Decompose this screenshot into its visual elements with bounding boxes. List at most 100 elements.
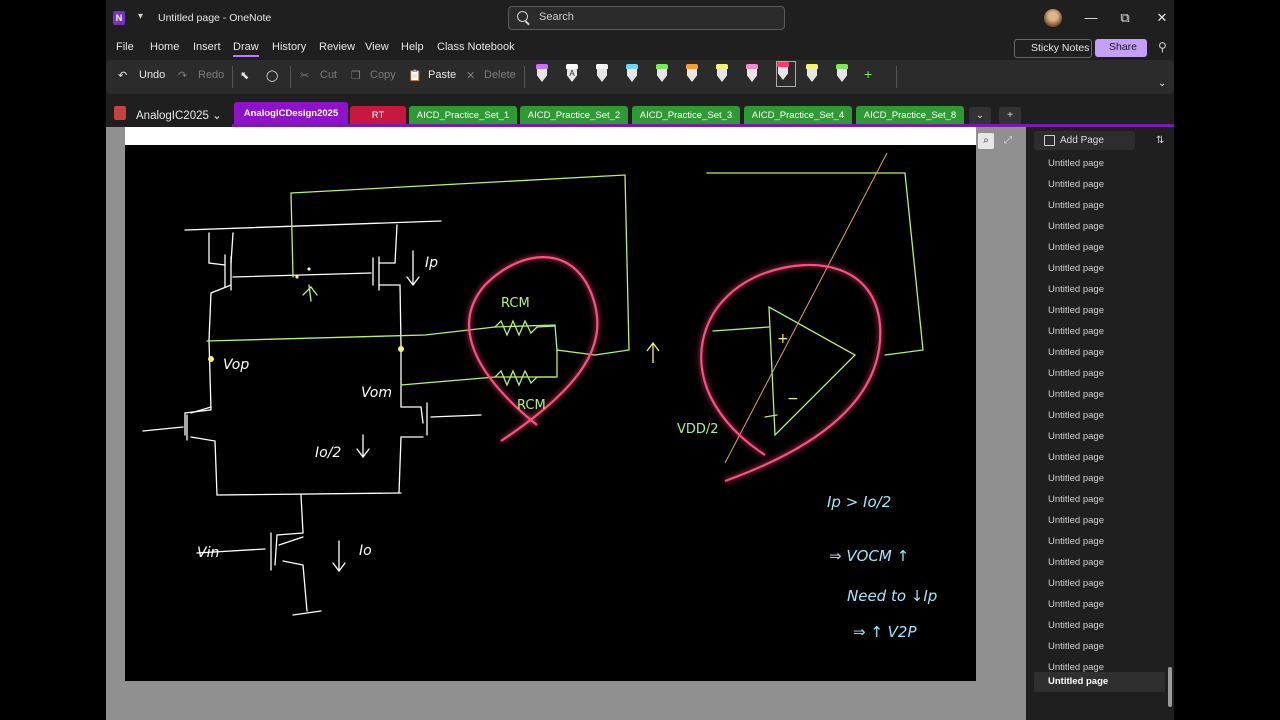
pen-11[interactable]: [836, 64, 848, 84]
page-item[interactable]: Untitled page: [1048, 599, 1104, 610]
delete-button[interactable]: Delete: [484, 69, 516, 81]
pen-body: [807, 69, 817, 82]
more-sections-chevron-icon[interactable]: ⌄: [969, 107, 991, 125]
sticky-notes-button[interactable]: Sticky Notes: [1014, 39, 1092, 58]
page-list-scrollbar[interactable]: [1168, 667, 1172, 707]
menu-class-notebook[interactable]: Class Notebook: [437, 41, 515, 53]
share-button[interactable]: Share: [1095, 39, 1147, 57]
pen-cap: [656, 64, 668, 69]
section-tab-practice-set-3[interactable]: AICD_Practice_Set_3: [632, 106, 740, 126]
page-item[interactable]: Untitled page: [1048, 263, 1104, 274]
menu-help[interactable]: Help: [401, 41, 424, 53]
fullscreen-icon[interactable]: ⤢: [1000, 133, 1016, 149]
section-tab-analogicdesign2025[interactable]: AnalogICDesign2025: [234, 102, 348, 126]
add-pen-button[interactable]: +: [864, 66, 872, 82]
page-item[interactable]: Untitled page: [1048, 221, 1104, 232]
page-item[interactable]: Untitled page: [1048, 284, 1104, 295]
menu-draw[interactable]: Draw: [233, 41, 259, 57]
pen-body: [778, 67, 788, 80]
page-item[interactable]: Untitled page: [1048, 368, 1104, 379]
quick-access-chevron-icon[interactable]: ▾: [138, 11, 143, 22]
pen-4[interactable]: [626, 64, 638, 84]
select-tool-icon[interactable]: ⬉: [240, 69, 249, 82]
add-page-button[interactable]: Add Page: [1034, 131, 1135, 150]
page-item[interactable]: Untitled page: [1048, 179, 1104, 190]
page-item[interactable]: Untitled page: [1048, 536, 1104, 547]
lasso-icon[interactable]: ◯: [266, 69, 278, 82]
search-box[interactable]: Search: [508, 6, 785, 30]
section-tab-practice-set-8[interactable]: AICD_Practice_Set_8: [856, 106, 964, 126]
ink-page[interactable]: Ip Vop Vom Io/2 Vin Io RCM RCM VDD/2 + −: [125, 145, 976, 681]
page-item[interactable]: Untitled page: [1048, 473, 1104, 484]
menu-review[interactable]: Review: [319, 41, 355, 53]
close-button[interactable]: ✕: [1152, 10, 1172, 26]
page-item[interactable]: Untitled page: [1048, 389, 1104, 400]
page-item[interactable]: Untitled page: [1048, 242, 1104, 253]
pink-loops: [468, 256, 882, 483]
pen-9[interactable]: [776, 61, 796, 87]
page-item[interactable]: Untitled page: [1048, 410, 1104, 421]
pen-body: [837, 69, 847, 82]
page-item[interactable]: Untitled page: [1048, 326, 1104, 337]
menu-file[interactable]: File: [116, 41, 134, 53]
pen-body: [687, 69, 697, 82]
section-tab-practice-set-4[interactable]: AICD_Practice_Set_4: [744, 106, 852, 126]
pen-2[interactable]: A: [566, 64, 578, 84]
page-item[interactable]: Untitled page: [1048, 578, 1104, 589]
page-canvas[interactable]: ⌕ ⤢ Ip Vop Vom Io/2 Vin Io RCM RCM VDD/2…: [106, 127, 1026, 720]
pen-body: [627, 69, 637, 82]
notes: Ip > Io/2 ⇒ VOCM ↑ Need to ↓Ip ⇒ ↑ V2P: [827, 493, 937, 641]
page-item[interactable]: Untitled page: [1048, 620, 1104, 631]
ribbon-expand-chevron-icon[interactable]: ⌄: [1158, 78, 1166, 89]
undo-button[interactable]: Undo: [139, 69, 165, 81]
pen-6[interactable]: [686, 64, 698, 84]
redo-button[interactable]: Redo: [198, 69, 224, 81]
ribbon-divider: [896, 66, 897, 88]
paste-button[interactable]: Paste: [428, 69, 456, 81]
ink-drawing[interactable]: Ip Vop Vom Io/2 Vin Io RCM RCM VDD/2 + −: [125, 145, 976, 681]
page-item[interactable]: Untitled page: [1048, 305, 1104, 316]
menu-insert[interactable]: Insert: [193, 41, 221, 53]
section-tab-practice-set-2[interactable]: AICD_Practice_Set_2: [520, 106, 628, 126]
zoom-search-icon[interactable]: ⌕: [978, 133, 994, 149]
sort-pages-icon[interactable]: ⇅: [1156, 135, 1164, 146]
pen-1[interactable]: [536, 64, 548, 84]
page-item[interactable]: Untitled page: [1048, 641, 1104, 652]
pen-8[interactable]: [746, 64, 758, 84]
page-item[interactable]: Untitled page: [1048, 494, 1104, 505]
page-item[interactable]: Untitled page: [1048, 158, 1104, 169]
page-item[interactable]: Untitled page: [1048, 452, 1104, 463]
pen-10[interactable]: [806, 64, 818, 84]
pen-3[interactable]: [596, 64, 608, 84]
cut-button[interactable]: Cut: [320, 69, 337, 81]
onenote-window: N ▾ Untitled page - OneNote Search — ⧉ ✕…: [106, 0, 1174, 720]
label-io: Io: [359, 543, 372, 559]
section-tab-practice-set-1[interactable]: AICD_Practice_Set_1: [409, 106, 517, 126]
feedback-icon[interactable]: ⚲: [1158, 40, 1167, 54]
restore-button[interactable]: ⧉: [1115, 10, 1135, 26]
page-item[interactable]: Untitled page: [1048, 200, 1104, 211]
orange-diagonal: [724, 152, 888, 464]
menu-view[interactable]: View: [365, 41, 389, 53]
copy-button[interactable]: Copy: [370, 69, 396, 81]
page-item[interactable]: Untitled page: [1048, 347, 1104, 358]
notebook-selector[interactable]: AnalogIC2025 ⌄: [136, 108, 222, 122]
add-section-button[interactable]: +: [999, 107, 1021, 125]
avatar[interactable]: [1044, 9, 1062, 27]
cut-icon: ✂: [300, 70, 310, 82]
onenote-logo-icon: N: [113, 11, 125, 25]
menu-history[interactable]: History: [272, 41, 306, 53]
page-item[interactable]: Untitled page: [1034, 672, 1165, 692]
circuit-green-ink: [206, 172, 924, 437]
page-item[interactable]: Untitled page: [1048, 431, 1104, 442]
draw-ribbon: ↶ Undo ↷ Redo ⬉ ◯ ✂ Cut ❐ Copy 📋 Paste ✕…: [106, 60, 1174, 94]
menu-home[interactable]: Home: [150, 41, 179, 53]
page-item[interactable]: Untitled page: [1048, 515, 1104, 526]
share-label: Share: [1109, 41, 1138, 53]
pen-7[interactable]: [716, 64, 728, 84]
pen-5[interactable]: [656, 64, 668, 84]
undo-icon: ↶: [118, 70, 128, 82]
page-item[interactable]: Untitled page: [1048, 557, 1104, 568]
minimize-button[interactable]: —: [1081, 10, 1101, 25]
section-tab-rt[interactable]: RT: [350, 106, 406, 126]
